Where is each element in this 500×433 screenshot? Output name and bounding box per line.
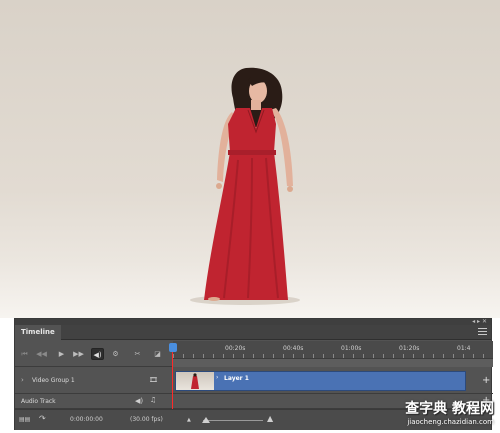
tab-timeline[interactable]: Timeline [15,325,61,340]
work-area-bar[interactable] [173,359,493,367]
film-strip-icon[interactable]: 🎞 [149,376,158,384]
audio-track-label: Audio Track [21,398,56,405]
video-group-header[interactable]: › Video Group 1 🎞 [15,368,173,394]
watermark-title: 查字典 教程网 [405,401,494,417]
audio-toggle-icon[interactable]: ◀) [91,348,104,360]
play-icon[interactable]: ▶ [55,348,68,360]
convert-frame-icon[interactable]: ↷ [39,414,46,423]
watermark-url: jiaocheng.chazidian.com [407,418,494,426]
panel-tab-row: Timeline [15,325,491,340]
watermark: 查字典 教程网 jiaocheng.chazidian.com [405,398,494,426]
video-group-label: Video Group 1 [32,377,75,384]
music-note-icon[interactable]: ♫ [150,396,156,404]
audio-track-header[interactable]: Audio Track ◀) ♫ [15,394,173,409]
current-time: 0:00:00:00 [70,416,103,423]
zoom-in-icon[interactable]: ▲ [267,414,273,423]
transition-icon[interactable]: ◪ [151,348,164,360]
time-ruler[interactable]: 00:20s 00:40s 01:00s 01:20s 01:4 [173,341,493,359]
clip-label: Layer 1 [224,375,249,382]
canvas-photo [0,0,500,318]
clip-thumbnail [176,372,214,390]
add-media-button[interactable]: + [482,376,490,386]
thumbnail-figure-icon [191,373,199,389]
video-group-track[interactable]: › Layer 1 + [173,368,493,394]
settings-gear-icon[interactable]: ⚙ [109,348,122,360]
ruler-tick-label: 00:40s [283,345,304,352]
clip-chevron-icon[interactable]: › [216,374,218,381]
transport-controls: ⏮ ◀◀ ▶ ▶▶ ◀) ⚙ ✂ ◪ [15,341,173,367]
ruler-tick-label: 01:00s [341,345,362,352]
expand-chevron-icon[interactable]: › [21,376,24,384]
next-frame-icon[interactable]: ▶▶ [72,348,85,360]
playhead-handle[interactable] [169,343,177,352]
first-frame-icon[interactable]: ⏮ [18,348,31,360]
speaker-icon[interactable]: ◀) [135,397,143,405]
previous-frame-icon[interactable]: ◀◀ [35,348,48,360]
zoom-slider[interactable] [203,420,263,421]
frame-rate: (30.00 fps) [130,416,163,423]
ruler-tick-label: 00:20s [225,345,246,352]
zoom-out-icon[interactable]: ▲ [187,417,191,423]
ruler-tick-label: 01:20s [399,345,420,352]
ruler-tick-label: 01:4 [457,345,471,352]
split-scissors-icon[interactable]: ✂ [131,348,144,360]
zoom-slider-handle[interactable] [202,417,210,423]
woman-figure [190,67,300,305]
playhead-line[interactable] [172,352,173,410]
panel-menu-icon[interactable] [478,328,487,336]
ruler-tick-marks [173,354,493,358]
render-video-icon[interactable]: ▤▤ [19,416,30,423]
screenshot-root: ◂ ▸ ✕ Timeline ⏮ ◀◀ ▶ ▶▶ ◀) ⚙ ✂ ◪ 00:20s… [0,0,500,433]
layer-clip[interactable]: › Layer 1 [175,371,466,391]
